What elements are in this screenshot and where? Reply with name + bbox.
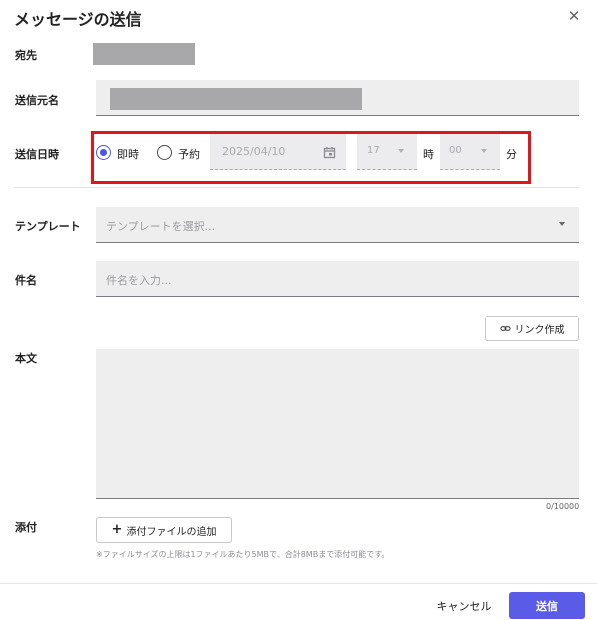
send-button[interactable]: 送信 [509,592,585,619]
attachment-label: 添付 [15,521,37,534]
radio-scheduled[interactable] [157,145,172,160]
hour-value: 17 [367,145,380,156]
subject-placeholder: 件名を入力... [106,274,172,287]
hour-select[interactable]: 17 [357,134,417,170]
calendar-icon[interactable] [323,144,336,159]
footer-divider [0,583,597,584]
char-count: 0/10000 [546,502,580,511]
sender-name-redacted [110,88,362,110]
chevron-down-icon [559,222,565,226]
minute-unit: 分 [506,148,517,161]
date-field[interactable]: 2025/04/10 [210,134,346,170]
chevron-down-icon [481,149,487,153]
to-label: 宛先 [15,49,37,62]
add-attachment-label: 添付ファイルの追加 [126,526,217,538]
sender-label: 送信元名 [15,94,59,107]
plus-icon: + [111,522,123,537]
minute-value: 00 [449,145,462,156]
hour-unit: 時 [423,148,434,161]
minute-select[interactable]: 00 [440,134,500,170]
date-value: 2025/04/10 [222,145,286,158]
body-textarea[interactable] [96,349,579,499]
template-placeholder: テンプレートを選択... [106,220,216,233]
sender-name-field[interactable] [96,80,579,116]
radio-immediate-label[interactable]: 即時 [117,146,139,162]
create-link-label: リンク作成 [514,325,565,336]
template-select[interactable]: テンプレートを選択... [96,207,579,243]
add-attachment-button[interactable]: + 添付ファイルの追加 [96,517,232,543]
subject-input[interactable]: 件名を入力... [96,261,579,297]
chevron-down-icon [398,149,404,153]
attachment-note: ※ファイルサイズの上限は1ファイルあたり5MBで、合計8MBまで添付可能です。 [96,550,390,559]
radio-immediate[interactable] [96,145,111,160]
close-icon[interactable]: ✕ [566,8,582,24]
section-divider [14,187,579,188]
create-link-button[interactable]: リンク作成 [485,316,579,341]
recipient-redacted [93,43,195,65]
schedule-label: 送信日時 [15,148,59,161]
template-label: テンプレート [15,220,81,233]
link-icon [499,323,511,334]
body-label: 本文 [15,352,37,365]
cancel-button[interactable]: キャンセル [432,593,496,619]
radio-scheduled-label[interactable]: 予約 [178,146,200,162]
dialog-title: メッセージの送信 [14,10,142,29]
subject-label: 件名 [15,274,37,287]
